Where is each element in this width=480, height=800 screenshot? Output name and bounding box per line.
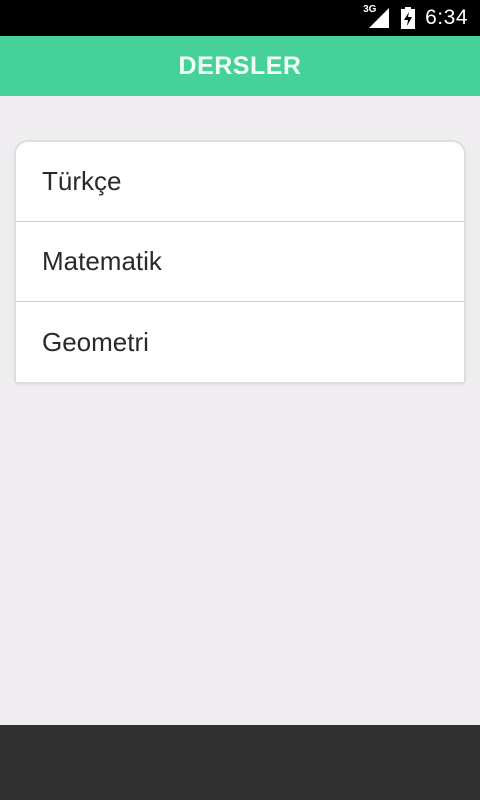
course-item-label: Geometri — [42, 326, 149, 357]
main-content: Türkçe Matematik Geometri — [0, 96, 480, 725]
clock: 6:34 — [425, 6, 468, 29]
battery-icon — [401, 7, 416, 29]
course-item-label: Türkçe — [42, 166, 122, 196]
app-bar: DERSLER — [0, 36, 480, 96]
course-list: Türkçe Matematik Geometri — [16, 142, 464, 382]
navigation-bar — [0, 725, 480, 800]
course-item-turkce[interactable]: Türkçe — [16, 142, 464, 222]
course-item-geometri[interactable]: Geometri — [16, 302, 464, 382]
status-bar: 3G 6:34 — [0, 0, 480, 36]
course-item-label: Matematik — [42, 246, 162, 276]
page-title: DERSLER — [178, 51, 302, 80]
course-item-matematik[interactable]: Matematik — [16, 222, 464, 302]
cell-signal-icon: 3G — [363, 4, 391, 30]
